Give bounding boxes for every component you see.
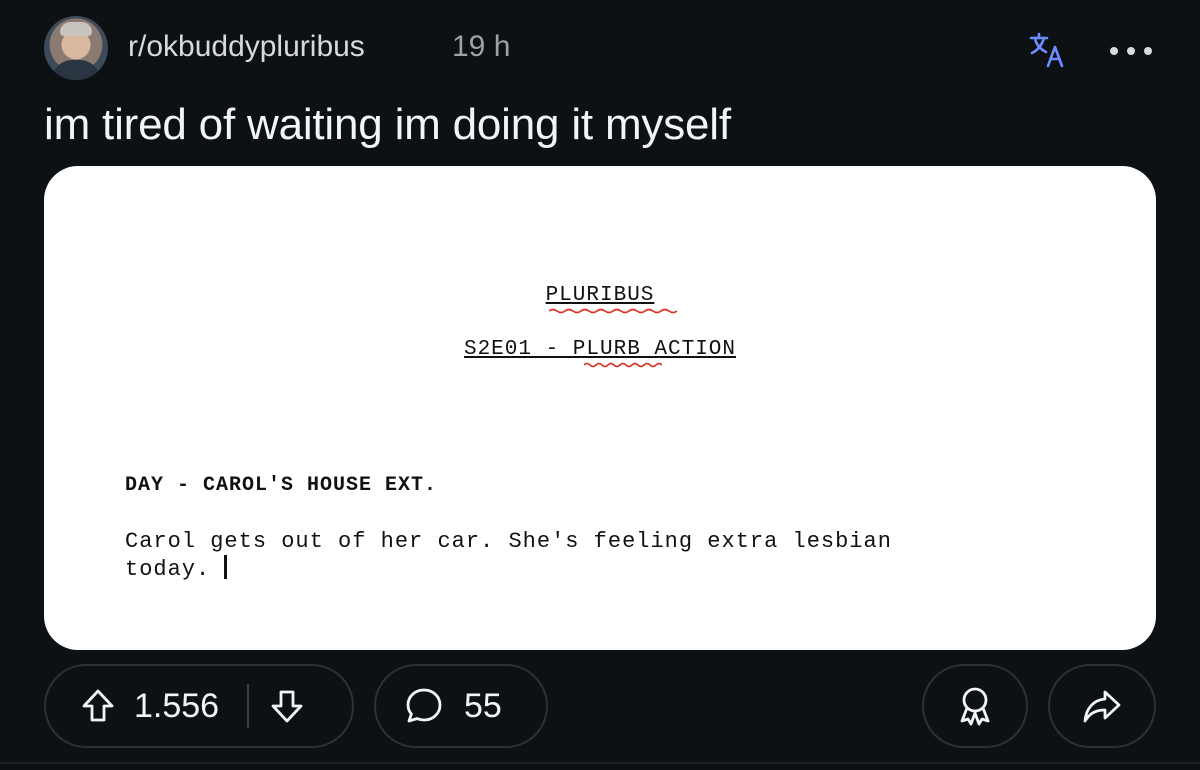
share-button[interactable] <box>1048 664 1156 748</box>
award-icon <box>960 687 990 726</box>
award-button[interactable] <box>922 664 1028 748</box>
avatar-suit <box>52 60 100 80</box>
more-options-icon[interactable] <box>1106 46 1156 56</box>
avatar-hair <box>60 22 92 36</box>
translate-icon[interactable] <box>1028 30 1068 70</box>
vote-bar: 1.556 <box>44 664 354 748</box>
action-line-last: today. <box>125 555 1045 583</box>
comment-count: 55 <box>464 686 502 725</box>
spellcheck-underline <box>584 362 662 368</box>
subreddit-avatar[interactable] <box>44 16 108 80</box>
doc-title: PLURIBUS <box>545 284 655 307</box>
post-time: 19 h <box>452 30 511 63</box>
action-line: today. <box>125 557 211 582</box>
divider <box>0 762 1200 764</box>
upvote-arrow-icon[interactable] <box>82 689 114 723</box>
vote-divider <box>247 684 250 728</box>
spellcheck-underline <box>549 308 677 314</box>
text-cursor <box>224 555 228 579</box>
post-image[interactable]: PLURIBUS S2E01 - PLURB ACTION DAY - CARO… <box>44 166 1156 650</box>
comments-button[interactable]: 55 <box>374 664 548 748</box>
share-arrow-icon <box>1083 690 1121 723</box>
comment-bubble-icon <box>406 688 442 723</box>
vote-count: 1.556 <box>134 686 220 725</box>
downvote-arrow-icon[interactable] <box>271 689 303 723</box>
action-line: Carol gets out of her car. She's feeling… <box>125 529 892 554</box>
doc-episode-title: S2E01 - PLURB ACTION <box>463 338 737 361</box>
action-text: Carol gets out of her car. She's feeling… <box>125 528 1045 583</box>
scene-heading: DAY - CAROL'S HOUSE EXT. <box>125 474 438 497</box>
post-header: r/okbuddypluribus 19 h <box>44 16 1160 82</box>
subreddit-name[interactable]: r/okbuddypluribus <box>128 30 365 64</box>
post-title[interactable]: im tired of waiting im doing it myself <box>44 100 731 150</box>
